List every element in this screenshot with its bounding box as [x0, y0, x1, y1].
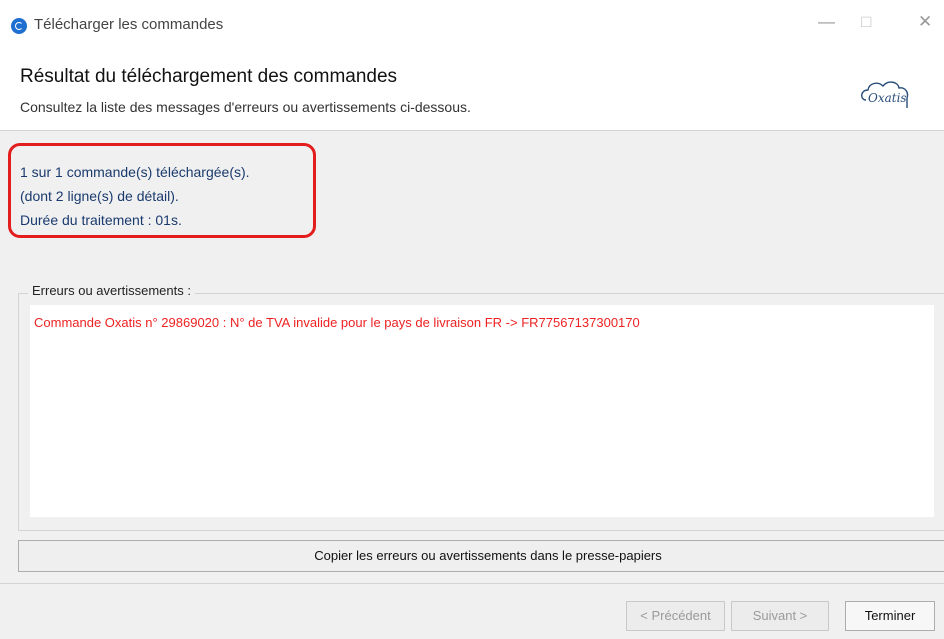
close-icon[interactable]: ✕ — [918, 12, 932, 32]
page-title: Résultat du téléchargement des commandes — [20, 66, 398, 87]
next-button[interactable]: Suivant > — [731, 601, 829, 631]
wizard-header: Résultat du téléchargement des commandes… — [0, 50, 944, 131]
errors-label: Erreurs ou avertissements : — [28, 283, 195, 298]
title-bar: Télécharger les commandes — ☐ ✕ — [0, 0, 944, 50]
finish-button[interactable]: Terminer — [845, 601, 935, 631]
minimize-icon[interactable]: — — [818, 12, 835, 32]
highlight-annotation — [8, 143, 316, 238]
footer-separator — [0, 583, 944, 584]
copy-errors-button[interactable]: Copier les erreurs ou avertissements dan… — [18, 540, 944, 572]
window-title: Télécharger les commandes — [34, 16, 224, 33]
previous-button[interactable]: < Précédent — [626, 601, 725, 631]
maximize-icon[interactable]: ☐ — [860, 14, 873, 31]
page-subtitle: Consultez la liste des messages d'erreur… — [20, 99, 471, 115]
logo-text: Oxatis — [868, 91, 907, 105]
oxatis-logo: Oxatis — [861, 81, 909, 108]
app-icon — [11, 18, 27, 34]
errors-list[interactable]: Commande Oxatis n° 29869020 : N° de TVA … — [30, 305, 934, 517]
error-message[interactable]: Commande Oxatis n° 29869020 : N° de TVA … — [34, 315, 640, 330]
